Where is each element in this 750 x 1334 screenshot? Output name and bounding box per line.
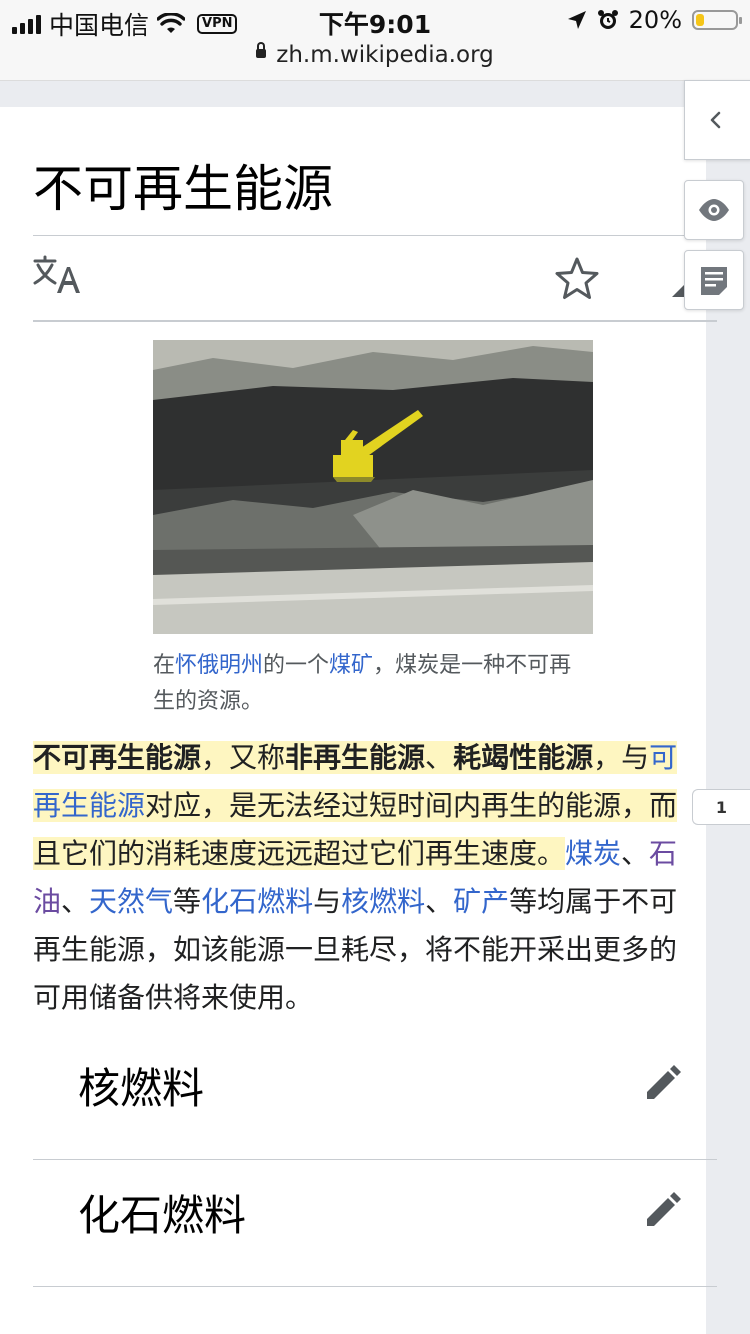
url-text: zh.m.wikipedia.org bbox=[276, 42, 494, 68]
link-fossil-fuel[interactable]: 化石燃料 bbox=[201, 885, 313, 918]
battery-icon bbox=[692, 10, 742, 30]
section-title: 化石燃料 bbox=[78, 1191, 247, 1240]
link-natural-gas[interactable]: 天然气 bbox=[89, 885, 173, 918]
eye-button[interactable] bbox=[684, 180, 744, 240]
page-top-band bbox=[0, 81, 750, 107]
status-right: 20% bbox=[567, 6, 742, 34]
annotation-count-badge[interactable]: 1 bbox=[692, 789, 750, 825]
status-bar: 中国电信 VPN 下午9:01 20% bbox=[0, 0, 750, 40]
battery-percent: 20% bbox=[628, 6, 682, 34]
caption-link-coal-mine[interactable]: 煤矿 bbox=[329, 653, 373, 678]
toolbar-divider bbox=[33, 320, 717, 322]
notes-button[interactable] bbox=[684, 250, 744, 310]
coal-mine-photo[interactable] bbox=[153, 340, 593, 634]
link-coal[interactable]: 煤炭 bbox=[565, 837, 621, 870]
title-divider bbox=[33, 235, 717, 236]
collapse-panel-button[interactable] bbox=[684, 80, 750, 160]
image-caption: 在怀俄明州的一个煤矿，煤炭是一种不可再生的资源。 bbox=[153, 653, 572, 714]
lead-paragraph: 不可再生能源，又称非再生能源、耗竭性能源，与可再生能源对应，是无法经过短时间内再… bbox=[33, 741, 678, 1014]
link-nuclear-fuel[interactable]: 核燃料 bbox=[341, 885, 425, 918]
link-mineral[interactable]: 矿产 bbox=[453, 885, 509, 918]
page-title: 不可再生能源 bbox=[33, 160, 333, 218]
pencil-icon[interactable] bbox=[643, 1190, 683, 1230]
section-header-nuclear-fuel[interactable]: 核燃料 bbox=[33, 1033, 717, 1160]
eye-icon bbox=[699, 199, 729, 221]
alarm-clock-icon bbox=[597, 10, 618, 29]
section-title: 核燃料 bbox=[78, 1064, 205, 1113]
location-arrow-icon bbox=[567, 11, 586, 29]
article-figure: 在怀俄明州的一个煤矿，煤炭是一种不可再生的资源。 bbox=[153, 340, 593, 720]
notes-icon bbox=[701, 267, 727, 295]
chevron-left-icon bbox=[710, 111, 721, 129]
address-bar[interactable]: zh.m.wikipedia.org bbox=[0, 40, 750, 81]
language-icon[interactable] bbox=[33, 255, 81, 295]
lock-icon bbox=[256, 42, 267, 58]
caption-link-wyoming[interactable]: 怀俄明州 bbox=[175, 653, 263, 678]
pencil-icon[interactable] bbox=[643, 1063, 683, 1103]
star-icon[interactable] bbox=[553, 255, 601, 303]
section-header-fossil-fuel[interactable]: 化石燃料 bbox=[33, 1160, 717, 1287]
